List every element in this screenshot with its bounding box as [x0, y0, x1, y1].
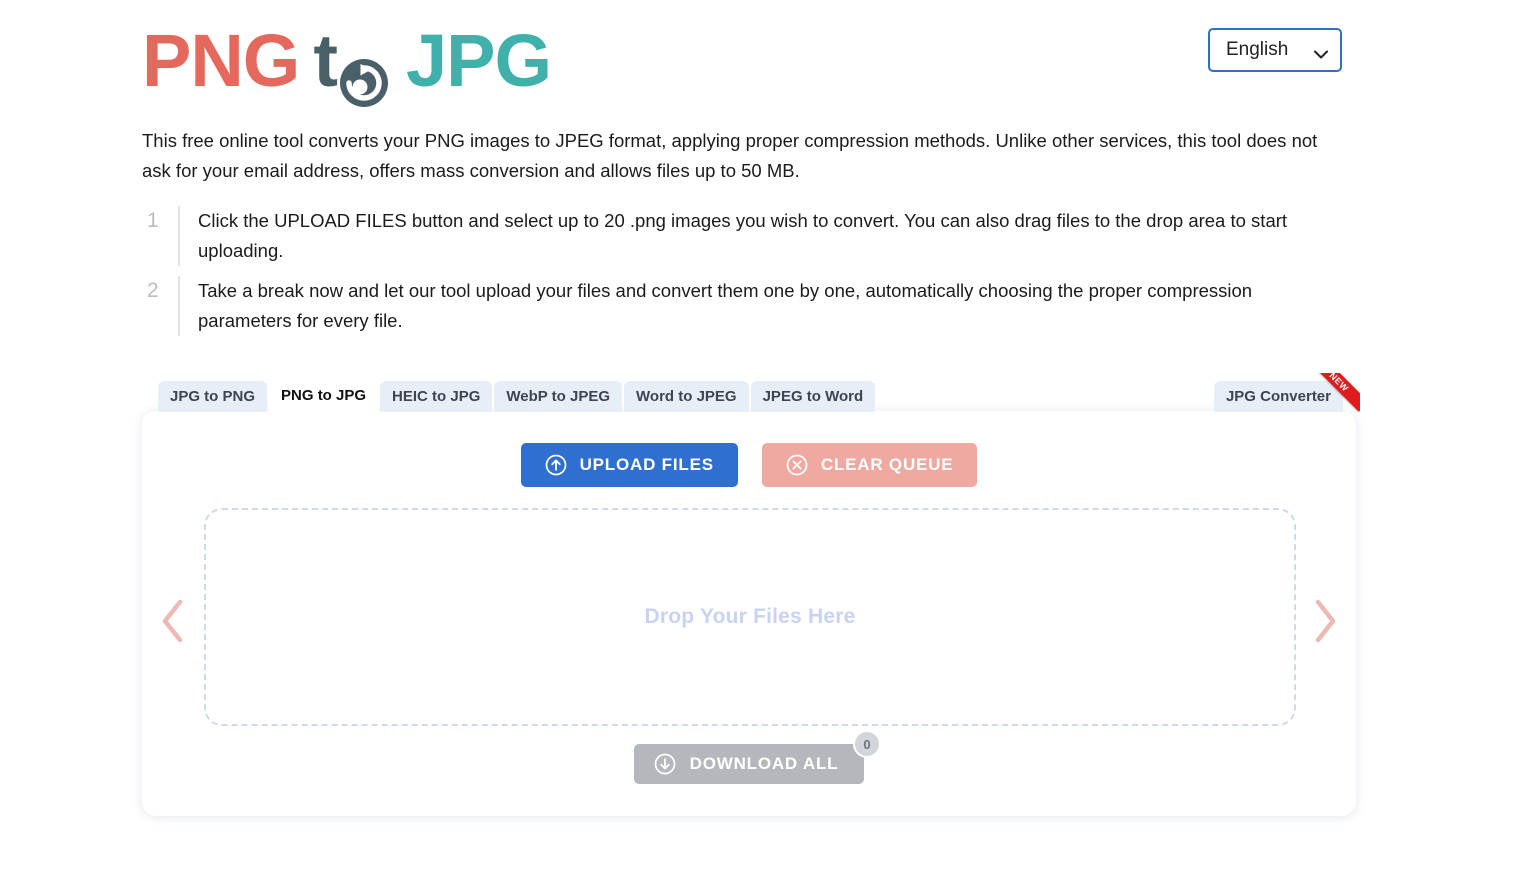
step-text: Click the UPLOAD FILES button and select… [178, 206, 1338, 266]
instruction-steps: 1 Click the UPLOAD FILES button and sele… [142, 206, 1342, 346]
logo-letter-t: t [313, 19, 338, 102]
download-count-badge: 0 [853, 730, 882, 758]
logo-text-jpg: JPG [406, 19, 552, 102]
upload-arrow-circle-icon [545, 454, 567, 476]
upload-files-button[interactable]: UPLOAD FILES [520, 443, 738, 487]
upload-files-label: UPLOAD FILES [579, 455, 714, 474]
logo-text-to: t [313, 18, 390, 107]
list-item: 1 Click the UPLOAD FILES button and sele… [142, 206, 1342, 266]
page-description: This free online tool converts your PNG … [142, 130, 1318, 181]
card-actions: UPLOAD FILES CLEAR QUEUE [142, 443, 1356, 487]
dropzone-label: Drop Your Files Here [644, 605, 856, 628]
chevron-down-icon [1314, 46, 1328, 58]
clear-queue-label: CLEAR QUEUE [820, 455, 954, 474]
download-arrow-circle-icon [654, 753, 676, 775]
step-text: Take a break now and let our tool upload… [178, 276, 1338, 336]
tab-webp-to-jpeg[interactable]: WebP to JPEG [494, 381, 623, 412]
step-number: 2 [147, 279, 159, 302]
converter-tabs: JPG to PNG PNG to JPG HEIC to JPG WebP t… [158, 373, 1360, 412]
site-logo: PNG t JPG [142, 18, 552, 107]
converter-card: UPLOAD FILES CLEAR QUEUE Drop Your Files… [142, 411, 1356, 816]
language-selector[interactable]: English [1208, 28, 1342, 72]
step-number: 1 [147, 209, 159, 232]
tab-jpg-converter[interactable]: JPG Converter NEW [1213, 373, 1360, 412]
close-circle-icon [786, 454, 808, 476]
list-item: 2 Take a break now and let our tool uplo… [142, 276, 1342, 336]
tab-png-to-jpg[interactable]: PNG to JPG [269, 379, 379, 412]
logo-text-png: PNG [142, 19, 300, 102]
file-dropzone[interactable]: Drop Your Files Here [204, 508, 1296, 726]
tab-heic-to-jpg[interactable]: HEIC to JPG [380, 381, 493, 412]
download-all-button[interactable]: DOWNLOAD ALL 0 [633, 730, 882, 784]
download-all-label: DOWNLOAD ALL [689, 754, 839, 773]
download-area: DOWNLOAD ALL 0 [142, 730, 1356, 784]
page-header: PNG t JPG English [142, 18, 1342, 110]
tab-jpeg-to-word[interactable]: JPEG to Word [750, 381, 876, 412]
chevron-left-icon[interactable] [156, 596, 190, 646]
tab-jpg-converter-label: JPG Converter [1225, 388, 1331, 405]
page-root: PNG t JPG English This free online tool … [0, 0, 1513, 883]
convert-circular-arrow-icon [338, 41, 390, 107]
language-selected-label: English [1226, 39, 1289, 60]
tab-word-to-jpeg[interactable]: Word to JPEG [624, 381, 749, 412]
clear-queue-button[interactable]: CLEAR QUEUE [761, 443, 978, 487]
chevron-right-icon[interactable] [1308, 596, 1342, 646]
tab-jpg-to-png[interactable]: JPG to PNG [158, 381, 268, 412]
